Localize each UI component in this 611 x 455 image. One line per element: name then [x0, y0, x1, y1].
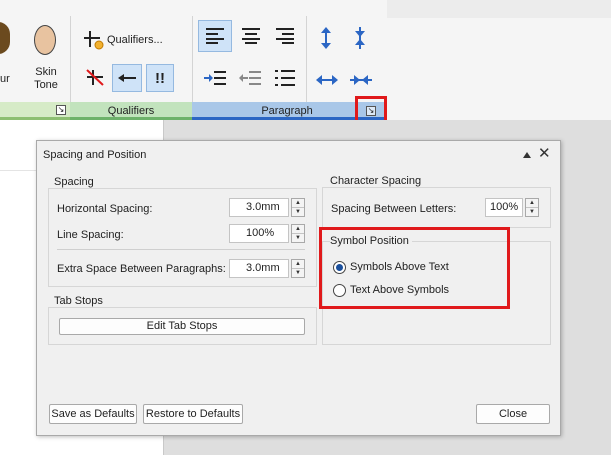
spin-up-icon[interactable]: ▲ — [292, 199, 304, 208]
horizontal-spacing-value[interactable]: 3.0mm — [229, 198, 289, 217]
align-center-icon — [242, 28, 260, 44]
spin-up-icon[interactable]: ▲ — [292, 260, 304, 269]
spin-up-icon[interactable]: ▲ — [526, 199, 538, 208]
increase-line-spacing-button[interactable] — [314, 24, 338, 52]
spin-up-icon[interactable]: ▲ — [292, 225, 304, 234]
align-right-icon — [276, 28, 294, 44]
increase-indent-button[interactable] — [198, 64, 232, 92]
line-spacing-spinner[interactable]: 100% ▲ ▼ — [229, 224, 305, 243]
horizontal-spacing-spinner[interactable]: 3.0mm ▲ ▼ — [229, 198, 305, 217]
horizontal-expand-icon — [316, 75, 338, 85]
horizontal-contract-icon — [350, 75, 372, 85]
increase-horizontal-spacing-button[interactable] — [314, 68, 340, 92]
extra-space-stepper[interactable]: ▲ ▼ — [291, 259, 305, 278]
colour-button-label: ur — [0, 73, 10, 85]
qualifiers-group-label: Qualifiers — [70, 102, 192, 120]
letter-spacing-value[interactable]: 100% — [485, 198, 523, 217]
decrease-horizontal-spacing-button[interactable] — [348, 68, 374, 92]
left-arrow-icon — [118, 74, 136, 82]
decrease-line-spacing-button[interactable] — [348, 24, 372, 52]
spacing-position-dialog: Spacing and Position ✕ Spacing Horizonta… — [36, 140, 561, 436]
edit-tab-stops-button[interactable]: Edit Tab Stops — [59, 318, 305, 335]
vertical-expand-icon — [321, 27, 331, 49]
qualifiers-button[interactable]: Qualifiers... — [82, 28, 170, 52]
letter-spacing-spinner[interactable]: 100% ▲ ▼ — [485, 198, 541, 217]
line-spacing-stepper[interactable]: ▲ ▼ — [291, 224, 305, 243]
exclaim-toggle[interactable]: !! — [146, 64, 174, 92]
align-right-button[interactable] — [270, 20, 300, 52]
colour-palette-icon[interactable] — [0, 22, 10, 54]
ribbon-separator — [70, 16, 71, 102]
increase-indent-icon — [204, 71, 226, 85]
extra-space-value[interactable]: 3.0mm — [229, 259, 289, 278]
spacing-group-title: Spacing — [54, 176, 97, 188]
spacing-divider — [57, 249, 305, 250]
character-spacing-title: Character Spacing — [330, 175, 425, 187]
spin-down-icon[interactable]: ▼ — [292, 234, 304, 242]
decrease-indent-icon — [239, 71, 261, 85]
skin-tone-label: Skin Tone — [34, 66, 58, 91]
letter-spacing-stepper[interactable]: ▲ ▼ — [525, 198, 539, 217]
ribbon: ur Skin Tone Qualifiers... !! ↘ Qualifie… — [0, 0, 611, 126]
horizontal-spacing-stepper[interactable]: ▲ ▼ — [291, 198, 305, 217]
bullet-list-icon — [275, 70, 295, 86]
qualifiers-button-label: Qualifiers... — [107, 34, 163, 46]
remove-qualifier-button[interactable] — [84, 65, 106, 89]
spin-down-icon[interactable]: ▼ — [292, 208, 304, 216]
dialog-launcher-icon[interactable]: ↘ — [56, 105, 66, 115]
line-spacing-value[interactable]: 100% — [229, 224, 289, 243]
left-arrow-toggle[interactable] — [112, 64, 142, 92]
restore-defaults-button[interactable]: Restore to Defaults — [143, 404, 243, 424]
close-button[interactable]: Close — [476, 404, 550, 424]
save-defaults-button[interactable]: Save as Defaults — [49, 404, 137, 424]
collapse-icon[interactable] — [523, 152, 531, 158]
vertical-contract-icon — [355, 27, 365, 49]
decrease-indent-button[interactable] — [234, 64, 266, 92]
left-group-bar: ↘ — [0, 102, 70, 120]
extra-space-label: Extra Space Between Paragraphs: — [57, 263, 226, 275]
close-icon[interactable]: ✕ — [538, 145, 551, 163]
paragraph-group-label: Paragraph — [192, 102, 382, 120]
skin-tone-icon[interactable] — [34, 25, 56, 55]
paragraph-dialog-launcher-icon[interactable]: ↘ — [366, 106, 376, 116]
line-spacing-label: Line Spacing: — [57, 229, 124, 241]
align-left-button[interactable] — [198, 20, 232, 52]
align-left-icon — [206, 28, 224, 44]
symbol-position-highlight — [319, 227, 510, 309]
tab-stops-title: Tab Stops — [54, 295, 106, 307]
horizontal-spacing-label: Horizontal Spacing: — [57, 203, 153, 215]
remove-qualifier-icon — [86, 69, 104, 86]
ribbon-empty-area — [387, 0, 611, 18]
dialog-title: Spacing and Position — [43, 149, 147, 161]
exclaim-label: !! — [155, 69, 165, 87]
qualifiers-icon — [84, 31, 104, 50]
bullet-list-button[interactable] — [270, 64, 300, 92]
spin-down-icon[interactable]: ▼ — [292, 269, 304, 277]
ribbon-separator — [192, 16, 193, 102]
ribbon-separator — [306, 16, 307, 102]
letter-spacing-label: Spacing Between Letters: — [331, 203, 457, 215]
spin-down-icon[interactable]: ▼ — [526, 208, 538, 216]
align-center-button[interactable] — [236, 20, 266, 52]
extra-space-spinner[interactable]: 3.0mm ▲ ▼ — [229, 259, 305, 278]
